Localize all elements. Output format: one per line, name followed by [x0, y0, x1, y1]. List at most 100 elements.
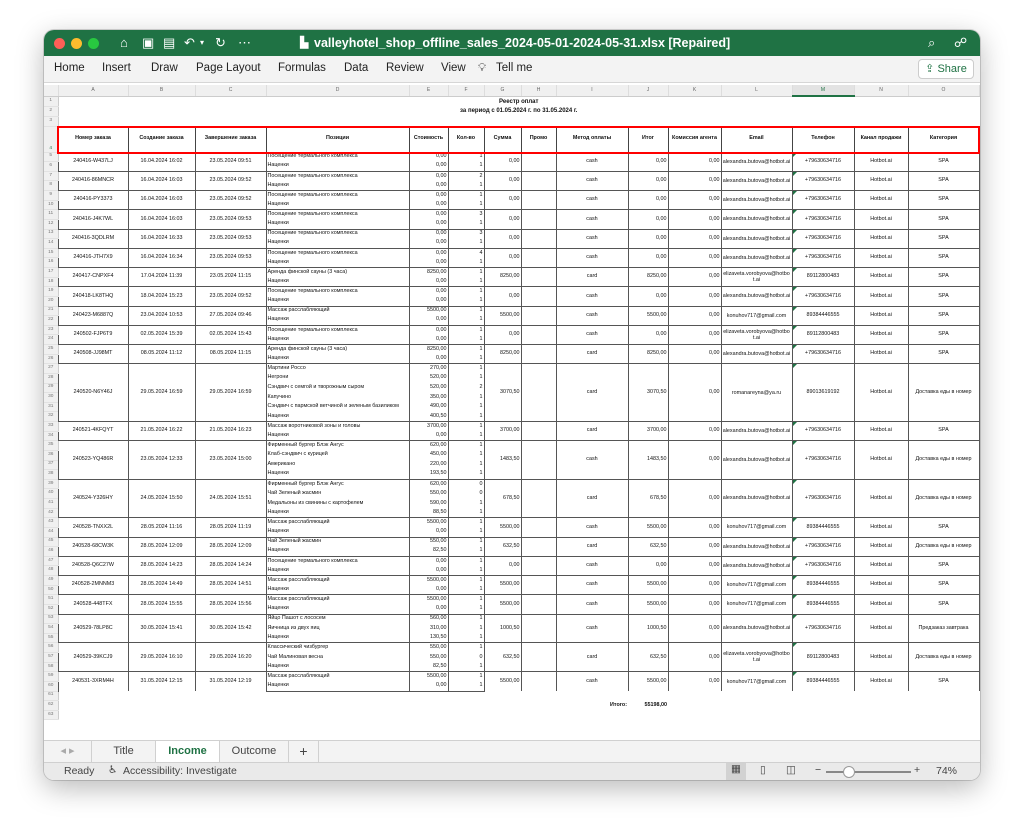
- item-name[interactable]: Наценки: [265, 508, 410, 519]
- created-date[interactable]: 23.05.2024 12:33: [127, 440, 196, 480]
- row-number[interactable]: 11: [44, 209, 59, 220]
- sales-channel[interactable]: Hotbot.ai: [853, 613, 909, 643]
- item-name[interactable]: Клаб-сэндвич с курицей: [265, 450, 410, 460]
- email[interactable]: konuhov717@gmail.com: [720, 574, 793, 595]
- email[interactable]: elizaveta.vorobyova@hotbot.ai: [720, 324, 793, 345]
- completed-date[interactable]: 21.05.2024 16:23: [194, 420, 267, 441]
- row-number[interactable]: 41: [44, 498, 59, 509]
- row-number[interactable]: 56: [44, 642, 59, 653]
- payment-method[interactable]: cash: [555, 594, 629, 614]
- item-qty[interactable]: 1: [447, 642, 485, 653]
- email[interactable]: alexandra.butova@hotbot.ai: [720, 286, 793, 306]
- zoom-out-button[interactable]: −: [815, 764, 821, 776]
- item-name[interactable]: Чай Малиновая весна: [265, 652, 410, 663]
- agent-commission[interactable]: 0,00: [667, 324, 722, 345]
- item-name[interactable]: Яйцо Пашот с лососем: [265, 613, 410, 624]
- sales-channel[interactable]: Hotbot.ai: [853, 266, 909, 287]
- ribbon-tab-review[interactable]: Review: [386, 62, 424, 74]
- row-number[interactable]: 53: [44, 614, 59, 625]
- row-number[interactable]: 42: [44, 508, 59, 519]
- item-qty[interactable]: 1: [447, 585, 485, 596]
- completed-date[interactable]: 28.05.2024 14:51: [194, 574, 267, 595]
- sales-channel[interactable]: Hotbot.ai: [853, 305, 909, 326]
- category[interactable]: SPA: [907, 594, 980, 614]
- empty-cell[interactable]: [266, 710, 409, 720]
- sum[interactable]: 0,00: [483, 247, 522, 268]
- agent-commission[interactable]: 0,00: [667, 478, 722, 518]
- phone[interactable]: +79630634716: [791, 478, 855, 518]
- category[interactable]: SPA: [907, 555, 980, 576]
- empty-cell[interactable]: [908, 691, 979, 701]
- created-date[interactable]: 18.04.2024 15:23: [127, 286, 196, 306]
- item-cost[interactable]: 8250,00: [408, 267, 449, 278]
- item-cost[interactable]: 0,00: [408, 238, 449, 249]
- report-period[interactable]: за период с 01.05.2024 г. по 31.05.2024 …: [58, 106, 979, 116]
- sales-channel[interactable]: Hotbot.ai: [853, 286, 909, 306]
- item-name[interactable]: Массаж расслабляющий: [265, 575, 410, 586]
- item-cost[interactable]: 0,00: [408, 180, 449, 191]
- item-name[interactable]: Наценки: [265, 257, 410, 268]
- item-cost[interactable]: 0,00: [408, 277, 449, 288]
- item-qty[interactable]: 1: [447, 594, 485, 605]
- item-qty[interactable]: 1: [447, 324, 485, 335]
- ribbon-tab-insert[interactable]: Insert: [102, 62, 131, 74]
- completed-date[interactable]: 24.05.2024 15:51: [194, 478, 267, 518]
- sum[interactable]: 678,50: [483, 478, 522, 518]
- item-qty[interactable]: 1: [447, 257, 485, 268]
- category[interactable]: SPA: [907, 305, 980, 326]
- sales-channel[interactable]: Hotbot.ai: [853, 189, 909, 210]
- row-number[interactable]: 14: [44, 238, 59, 249]
- item-qty[interactable]: 2: [447, 170, 485, 181]
- total[interactable]: 678,50: [627, 478, 669, 518]
- created-date[interactable]: 16.04.2024 16:03: [127, 189, 196, 210]
- item-name[interactable]: Посещение термального комплекса: [265, 151, 410, 162]
- row-number[interactable]: 49: [44, 575, 59, 586]
- order-number[interactable]: 240416-86MNCR: [57, 170, 129, 191]
- save-icon[interactable]: ▣: [142, 35, 154, 51]
- agent-commission[interactable]: 0,00: [667, 574, 722, 595]
- row-number[interactable]: 50: [44, 585, 59, 596]
- item-cost[interactable]: 0,00: [408, 315, 449, 326]
- item-cost[interactable]: 0,00: [408, 296, 449, 307]
- item-name[interactable]: Наценки: [265, 681, 410, 692]
- row-number[interactable]: 40: [44, 488, 59, 499]
- item-cost[interactable]: 400,50: [408, 411, 449, 422]
- created-date[interactable]: 28.05.2024 14:49: [127, 574, 196, 595]
- item-cost[interactable]: 0,00: [408, 681, 449, 692]
- completed-date[interactable]: 28.05.2024 15:56: [194, 594, 267, 614]
- item-name[interactable]: Наценки: [265, 546, 410, 557]
- tell-me-search[interactable]: Tell me: [496, 62, 532, 74]
- email[interactable]: alexandra.butova@hotbot.ai: [720, 555, 793, 576]
- sales-channel[interactable]: Hotbot.ai: [853, 247, 909, 268]
- item-cost[interactable]: 193,50: [408, 469, 449, 480]
- item-name[interactable]: Наценки: [265, 334, 410, 345]
- empty-cell[interactable]: [521, 701, 556, 711]
- row-number[interactable]: 5: [44, 152, 59, 163]
- phone[interactable]: 89384446555: [791, 671, 855, 691]
- share-button[interactable]: ⇪ Share: [918, 59, 974, 79]
- empty-cell[interactable]: [128, 710, 195, 720]
- report-title[interactable]: Реестр оплат: [58, 96, 979, 106]
- category[interactable]: SPA: [907, 343, 980, 364]
- total[interactable]: 0,00: [627, 189, 669, 210]
- row-number[interactable]: 8: [44, 180, 59, 191]
- row-number[interactable]: 16: [44, 257, 59, 268]
- empty-cell[interactable]: [448, 710, 484, 720]
- item-qty[interactable]: 1: [447, 431, 485, 442]
- item-name[interactable]: Массаж воротниковой зоны и головы: [265, 421, 410, 432]
- row-number[interactable]: 45: [44, 537, 59, 548]
- promo[interactable]: [520, 642, 557, 672]
- item-name[interactable]: Посещение термального комплекса: [265, 324, 410, 335]
- accessibility-status[interactable]: Accessibility: Investigate: [123, 765, 237, 777]
- item-qty[interactable]: 1: [447, 527, 485, 538]
- item-name[interactable]: Наценки: [265, 200, 410, 211]
- item-qty[interactable]: 1: [447, 286, 485, 297]
- item-cost[interactable]: 8250,00: [408, 344, 449, 355]
- item-name[interactable]: Наценки: [265, 411, 410, 422]
- empty-cell[interactable]: [668, 691, 721, 701]
- total[interactable]: 1000,50: [627, 613, 669, 643]
- column-header-o[interactable]: O: [908, 85, 980, 97]
- sales-channel[interactable]: Hotbot.ai: [853, 536, 909, 557]
- row-number[interactable]: 24: [44, 334, 59, 345]
- total[interactable]: 0,00: [627, 209, 669, 229]
